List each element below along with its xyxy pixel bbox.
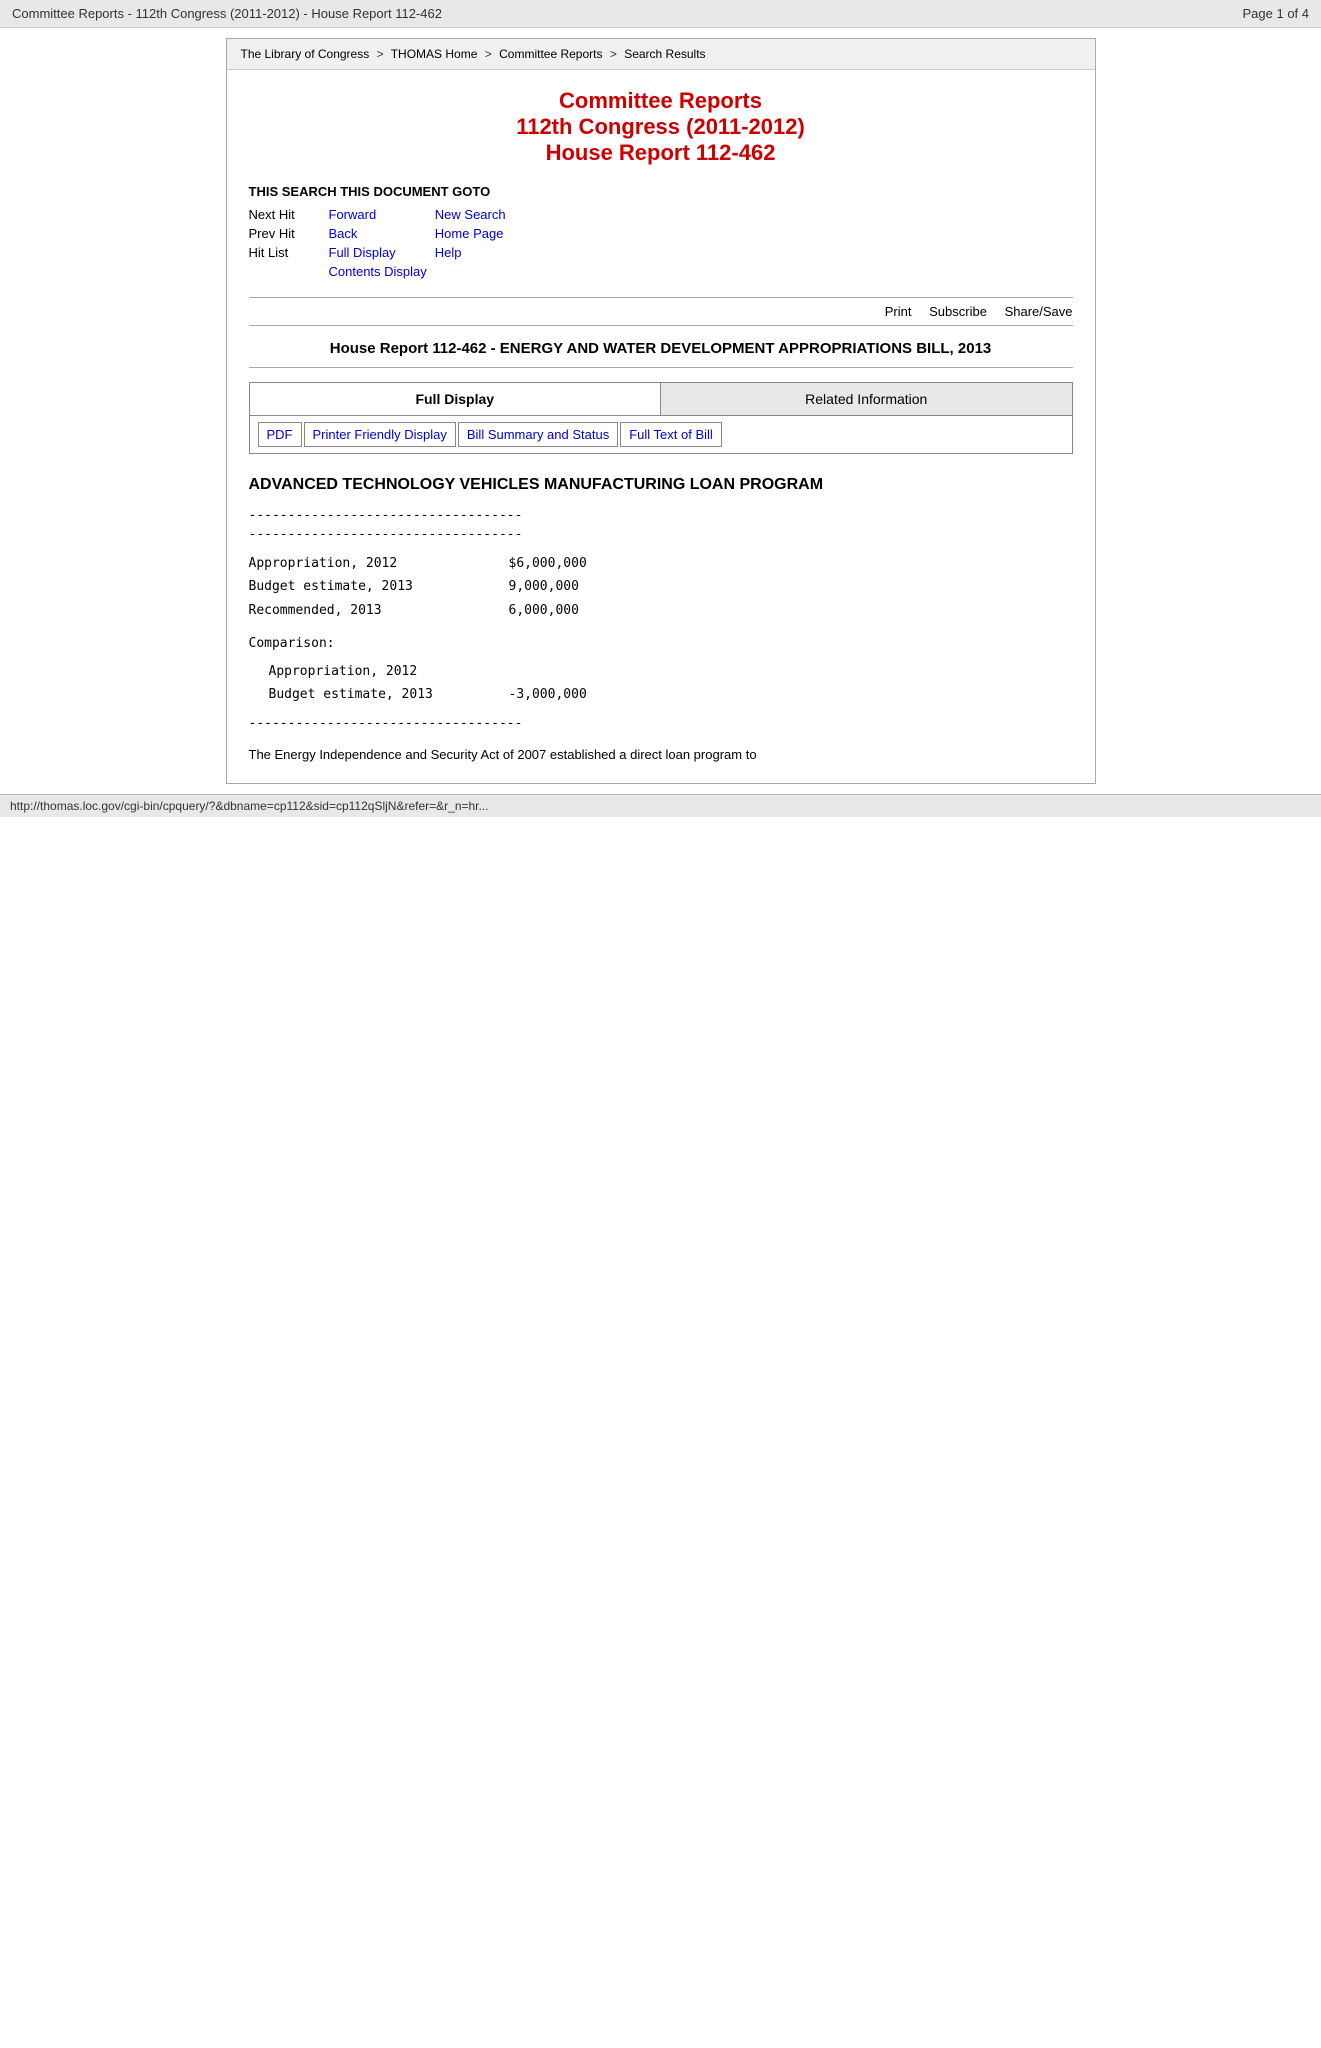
data-row-0: Appropriation, 2012 $6,000,000	[249, 552, 1073, 575]
data-value-1: 9,000,000	[509, 575, 579, 598]
nav-fulldisplay-link[interactable]: Full Display	[329, 245, 396, 260]
breadcrumb-sep-1: >	[377, 47, 384, 61]
breadcrumb-library[interactable]: The Library of Congress	[241, 47, 370, 61]
data-value-0: $6,000,000	[509, 552, 587, 575]
data-row-2: Recommended, 2013 6,000,000	[249, 599, 1073, 622]
report-full-title: House Report 112-462 - ENERGY AND WATER …	[330, 340, 992, 357]
nav-homepage-link[interactable]: Home Page	[435, 226, 504, 241]
browser-title-bar: Committee Reports - 112th Congress (2011…	[0, 0, 1321, 28]
data-table-section: Appropriation, 2012 $6,000,000 Budget es…	[249, 552, 1073, 622]
tab-full-display-label: Full Display	[415, 391, 494, 407]
comparison-header: Comparison:	[249, 632, 1073, 655]
page-wrapper: The Library of Congress > THOMAS Home > …	[226, 38, 1096, 784]
status-url: http://thomas.loc.gov/cgi-bin/cpquery/?&…	[10, 799, 489, 813]
tab-link-printer-friendly[interactable]: Printer Friendly Display	[304, 422, 456, 447]
nav-forward-link-cell: Forward	[329, 205, 435, 224]
breadcrumb: The Library of Congress > THOMAS Home > …	[227, 39, 1095, 70]
report-header: Committee Reports 112th Congress (2011-2…	[249, 88, 1073, 166]
print-link[interactable]: Print	[885, 304, 912, 319]
tab-related-information-label: Related Information	[805, 391, 927, 407]
doc-section-title: ADVANCED TECHNOLOGY VEHICLES MANUFACTURI…	[249, 476, 1073, 494]
dashes-1: -----------------------------------	[249, 508, 1073, 523]
nav-row-contents: Contents Display	[249, 262, 514, 281]
browser-title-text: Committee Reports - 112th Congress (2011…	[12, 6, 442, 21]
tab-full-display[interactable]: Full Display	[250, 383, 662, 415]
comparison-item-label-1: Budget estimate, 2013	[269, 683, 509, 706]
nav-help-link-cell: Help	[435, 243, 514, 262]
doc-section: ADVANCED TECHNOLOGY VEHICLES MANUFACTURI…	[249, 476, 1073, 765]
nav-fulldisplay-link-cell: Full Display	[329, 243, 435, 262]
dashes-3: -----------------------------------	[249, 716, 1073, 731]
status-bar: http://thomas.loc.gov/cgi-bin/cpquery/?&…	[0, 794, 1321, 817]
report-title-line1: Committee Reports	[249, 88, 1073, 114]
report-title-line2: 112th Congress (2011-2012)	[249, 114, 1073, 140]
tab-links-row: PDF Printer Friendly Display Bill Summar…	[250, 416, 1072, 453]
comparison-item-value-1: -3,000,000	[509, 683, 587, 706]
nav-label-prevhit: Prev Hit	[249, 224, 329, 243]
nav-empty-cell	[435, 262, 514, 281]
tab-link-bill-summary[interactable]: Bill Summary and Status	[458, 422, 618, 447]
nav-contentsdisplay-link[interactable]: Contents Display	[329, 264, 427, 279]
data-row-1: Budget estimate, 2013 9,000,000	[249, 575, 1073, 598]
data-label-1: Budget estimate, 2013	[249, 575, 509, 598]
data-value-2: 6,000,000	[509, 599, 579, 622]
breadcrumb-sep-3: >	[610, 47, 617, 61]
report-title-line3: House Report 112-462	[249, 140, 1073, 166]
nav-homepage-link-cell: Home Page	[435, 224, 514, 243]
data-label-0: Appropriation, 2012	[249, 552, 509, 575]
search-nav-section: THIS SEARCH THIS DOCUMENT GOTO Next Hit …	[249, 184, 1073, 281]
nav-newsearch-link[interactable]: New Search	[435, 207, 506, 222]
body-text: The Energy Independence and Security Act…	[249, 745, 1073, 765]
nav-label-nexthit: Next Hit	[249, 205, 329, 224]
tabs-container: Full Display Related Information PDF Pri…	[249, 382, 1073, 454]
data-label-2: Recommended, 2013	[249, 599, 509, 622]
nav-row-prevhit: Prev Hit Back Home Page	[249, 224, 514, 243]
dashes-2: -----------------------------------	[249, 527, 1073, 542]
nav-back-link[interactable]: Back	[329, 226, 358, 241]
nav-label-hitlist: Hit List	[249, 243, 329, 262]
nav-row-nexthit: Next Hit Forward New Search	[249, 205, 514, 224]
nav-contentsdisplay-link-cell: Contents Display	[329, 262, 435, 281]
page-info: Page 1 of 4	[1243, 6, 1310, 21]
breadcrumb-search-results[interactable]: Search Results	[624, 47, 705, 61]
nav-help-link[interactable]: Help	[435, 245, 462, 260]
subscribe-link[interactable]: Subscribe	[929, 304, 987, 319]
comparison-section: Comparison: Appropriation, 2012 Budget e…	[249, 632, 1073, 706]
bill-summary-link[interactable]: Bill Summary and Status	[467, 427, 609, 442]
report-title-section: House Report 112-462 - ENERGY AND WATER …	[249, 340, 1073, 368]
printer-friendly-link[interactable]: Printer Friendly Display	[313, 427, 447, 442]
search-nav-label: THIS SEARCH THIS DOCUMENT GOTO	[249, 184, 1073, 199]
full-text-link[interactable]: Full Text of Bill	[629, 427, 713, 442]
search-nav-table: Next Hit Forward New Search Prev Hit Bac…	[249, 205, 514, 281]
comparison-item-label-0: Appropriation, 2012	[269, 660, 509, 683]
breadcrumb-sep-2: >	[485, 47, 492, 61]
sharesave-link[interactable]: Share/Save	[1005, 304, 1073, 319]
nav-label-empty	[249, 262, 329, 281]
breadcrumb-committee-reports[interactable]: Committee Reports	[499, 47, 602, 61]
comparison-row-0: Appropriation, 2012	[249, 660, 1073, 683]
tabs-header: Full Display Related Information	[250, 383, 1072, 416]
tab-link-full-text[interactable]: Full Text of Bill	[620, 422, 722, 447]
breadcrumb-thomas-home[interactable]: THOMAS Home	[391, 47, 478, 61]
nav-forward-link[interactable]: Forward	[329, 207, 377, 222]
nav-row-hitlist: Hit List Full Display Help	[249, 243, 514, 262]
pdf-link[interactable]: PDF	[267, 427, 293, 442]
main-content: Committee Reports 112th Congress (2011-2…	[227, 70, 1095, 783]
tab-related-information[interactable]: Related Information	[661, 383, 1072, 415]
nav-back-link-cell: Back	[329, 224, 435, 243]
tab-link-pdf[interactable]: PDF	[258, 422, 302, 447]
tools-bar: Print Subscribe Share/Save	[249, 297, 1073, 326]
nav-newsearch-link-cell: New Search	[435, 205, 514, 224]
comparison-row-1: Budget estimate, 2013 -3,000,000	[249, 683, 1073, 706]
